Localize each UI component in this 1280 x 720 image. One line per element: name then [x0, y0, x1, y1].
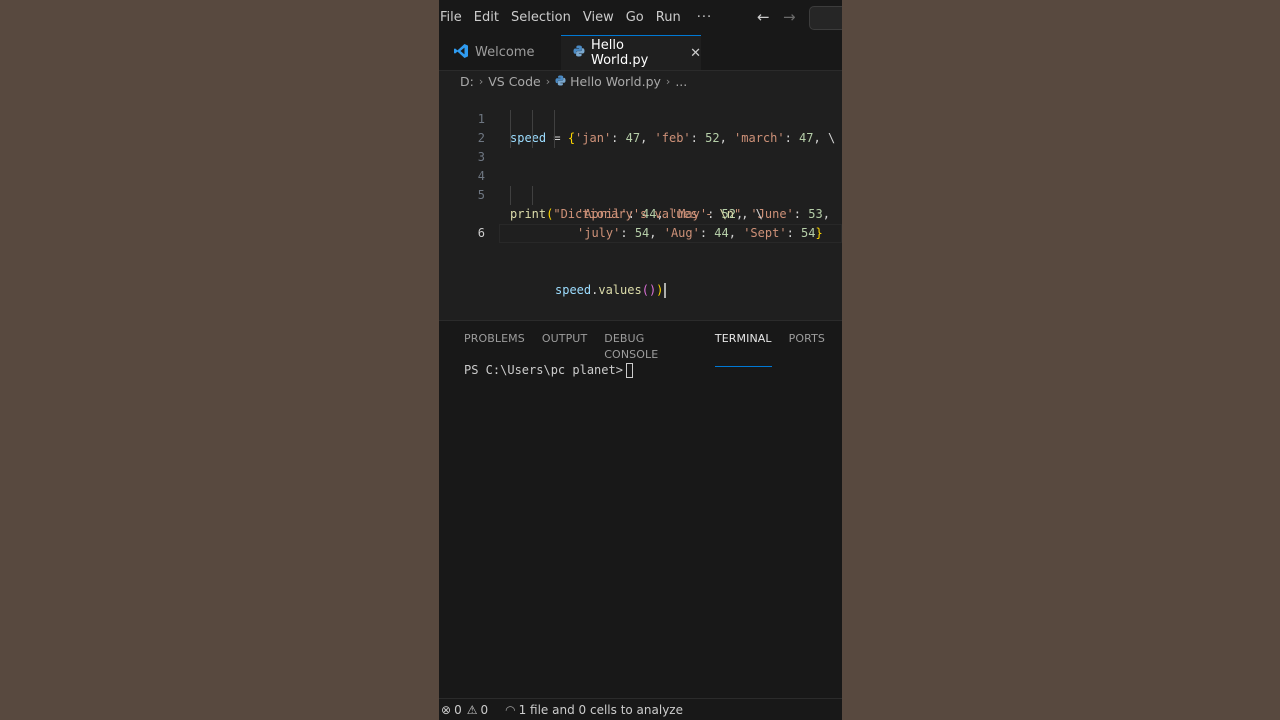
- vscode-icon: [453, 43, 469, 63]
- menu-selection[interactable]: Selection: [505, 0, 577, 35]
- command-center-search[interactable]: [809, 6, 842, 30]
- tab-problems[interactable]: PROBLEMS: [464, 331, 525, 367]
- indent-guide: [554, 129, 555, 148]
- close-icon[interactable]: ✕: [690, 46, 701, 61]
- breadcrumb-file[interactable]: Hello World.py: [570, 74, 661, 89]
- line-number: 6: [477, 226, 485, 240]
- menu-edit[interactable]: Edit: [468, 0, 505, 35]
- code-text: print("Dictionary's values - \n", \: [510, 207, 763, 221]
- menu-bar: File Edit Selection View Go Run ··· ← →: [439, 0, 842, 35]
- breadcrumb-ellipsis[interactable]: ...: [675, 74, 687, 89]
- menu-more-button[interactable]: ···: [687, 0, 722, 35]
- menu-view[interactable]: View: [577, 0, 620, 35]
- code-line: 2 'April': 44, 'May': 52, 'June': 53,: [439, 110, 842, 221]
- python-icon: [573, 45, 585, 61]
- breadcrumb-folder[interactable]: VS Code: [488, 74, 540, 89]
- backdrop-left: [0, 0, 439, 720]
- terminal-cursor: [625, 363, 633, 378]
- forward-arrow-icon[interactable]: →: [783, 8, 796, 26]
- chevron-right-icon: ›: [478, 74, 484, 88]
- tab-output[interactable]: OUTPUT: [542, 331, 587, 367]
- code-line: 1 speed = {'jan': 47, 'feb': 52, 'march'…: [439, 91, 842, 145]
- indent-guide: [532, 129, 533, 148]
- back-arrow-icon[interactable]: ←: [757, 8, 770, 26]
- chevron-right-icon: ›: [665, 74, 671, 88]
- indent-guide: [532, 110, 533, 129]
- error-icon: ⊗: [441, 703, 452, 717]
- indent-guide: [554, 110, 555, 129]
- indent-guide: [510, 110, 511, 129]
- menu-run[interactable]: Run: [650, 0, 687, 35]
- code-editor[interactable]: 1 speed = {'jan': 47, 'feb': 52, 'march'…: [439, 91, 842, 306]
- panel-tab-bar: PROBLEMS OUTPUT DEBUG CONSOLE TERMINAL P…: [464, 331, 842, 367]
- python-icon: [555, 74, 566, 89]
- analysis-text: 1 file and 0 cells to analyze: [518, 703, 683, 717]
- terminal-prompt: PS C:\Users\pc planet>: [464, 363, 623, 377]
- tab-hello-world-label: Hello World.py: [591, 38, 649, 68]
- menu-file[interactable]: File: [439, 0, 468, 35]
- bottom-panel: PROBLEMS OUTPUT DEBUG CONSOLE TERMINAL P…: [439, 320, 842, 699]
- analysis-status[interactable]: ◠ 1 file and 0 cells to analyze: [502, 703, 683, 717]
- code-line: 6 speed.values()): [439, 186, 842, 298]
- code-line: 5 print("Dictionary's values - \n", \: [439, 167, 842, 221]
- menu-go[interactable]: Go: [620, 0, 650, 35]
- warning-icon: ⚠: [466, 703, 478, 717]
- tab-terminal[interactable]: TERMINAL: [714, 331, 772, 367]
- code-line: 3 'july': 54, 'Aug': 44, 'Sept': 54}: [439, 129, 842, 240]
- indent-guide: [510, 186, 511, 205]
- tab-ports[interactable]: PORTS: [789, 331, 825, 367]
- backdrop-right: [842, 0, 1280, 720]
- code-text: speed.values()): [555, 281, 667, 300]
- tab-debug-console[interactable]: DEBUG CONSOLE: [604, 331, 698, 367]
- indent-guide: [510, 129, 511, 148]
- loading-spinner-icon: ◠: [505, 703, 516, 717]
- tab-hello-world[interactable]: Hello World.py ✕: [561, 35, 701, 70]
- chevron-right-icon: ›: [545, 74, 551, 88]
- status-bar: ⊗ 0 ⚠ 0 ◠ 1 file and 0 cells to analyze: [439, 698, 842, 720]
- vscode-window: File Edit Selection View Go Run ··· ← → …: [439, 0, 842, 720]
- code-line: 4: [439, 148, 842, 183]
- problems-status[interactable]: ⊗ 0 ⚠ 0: [441, 703, 488, 717]
- tab-welcome-label: Welcome: [475, 45, 535, 60]
- tab-welcome[interactable]: Welcome: [439, 35, 561, 70]
- current-line-highlight: [499, 224, 842, 243]
- editor-tab-bar: Welcome Hello World.py ✕: [439, 35, 842, 71]
- terminal-output[interactable]: PS C:\Users\pc planet>: [464, 363, 633, 378]
- error-count: 0: [454, 703, 462, 717]
- indent-guide: [532, 186, 533, 205]
- breadcrumb: D: › VS Code › Hello World.py › ...: [439, 70, 842, 92]
- warning-count: 0: [480, 703, 489, 717]
- text-cursor: [664, 283, 667, 298]
- breadcrumb-drive[interactable]: D:: [460, 74, 474, 89]
